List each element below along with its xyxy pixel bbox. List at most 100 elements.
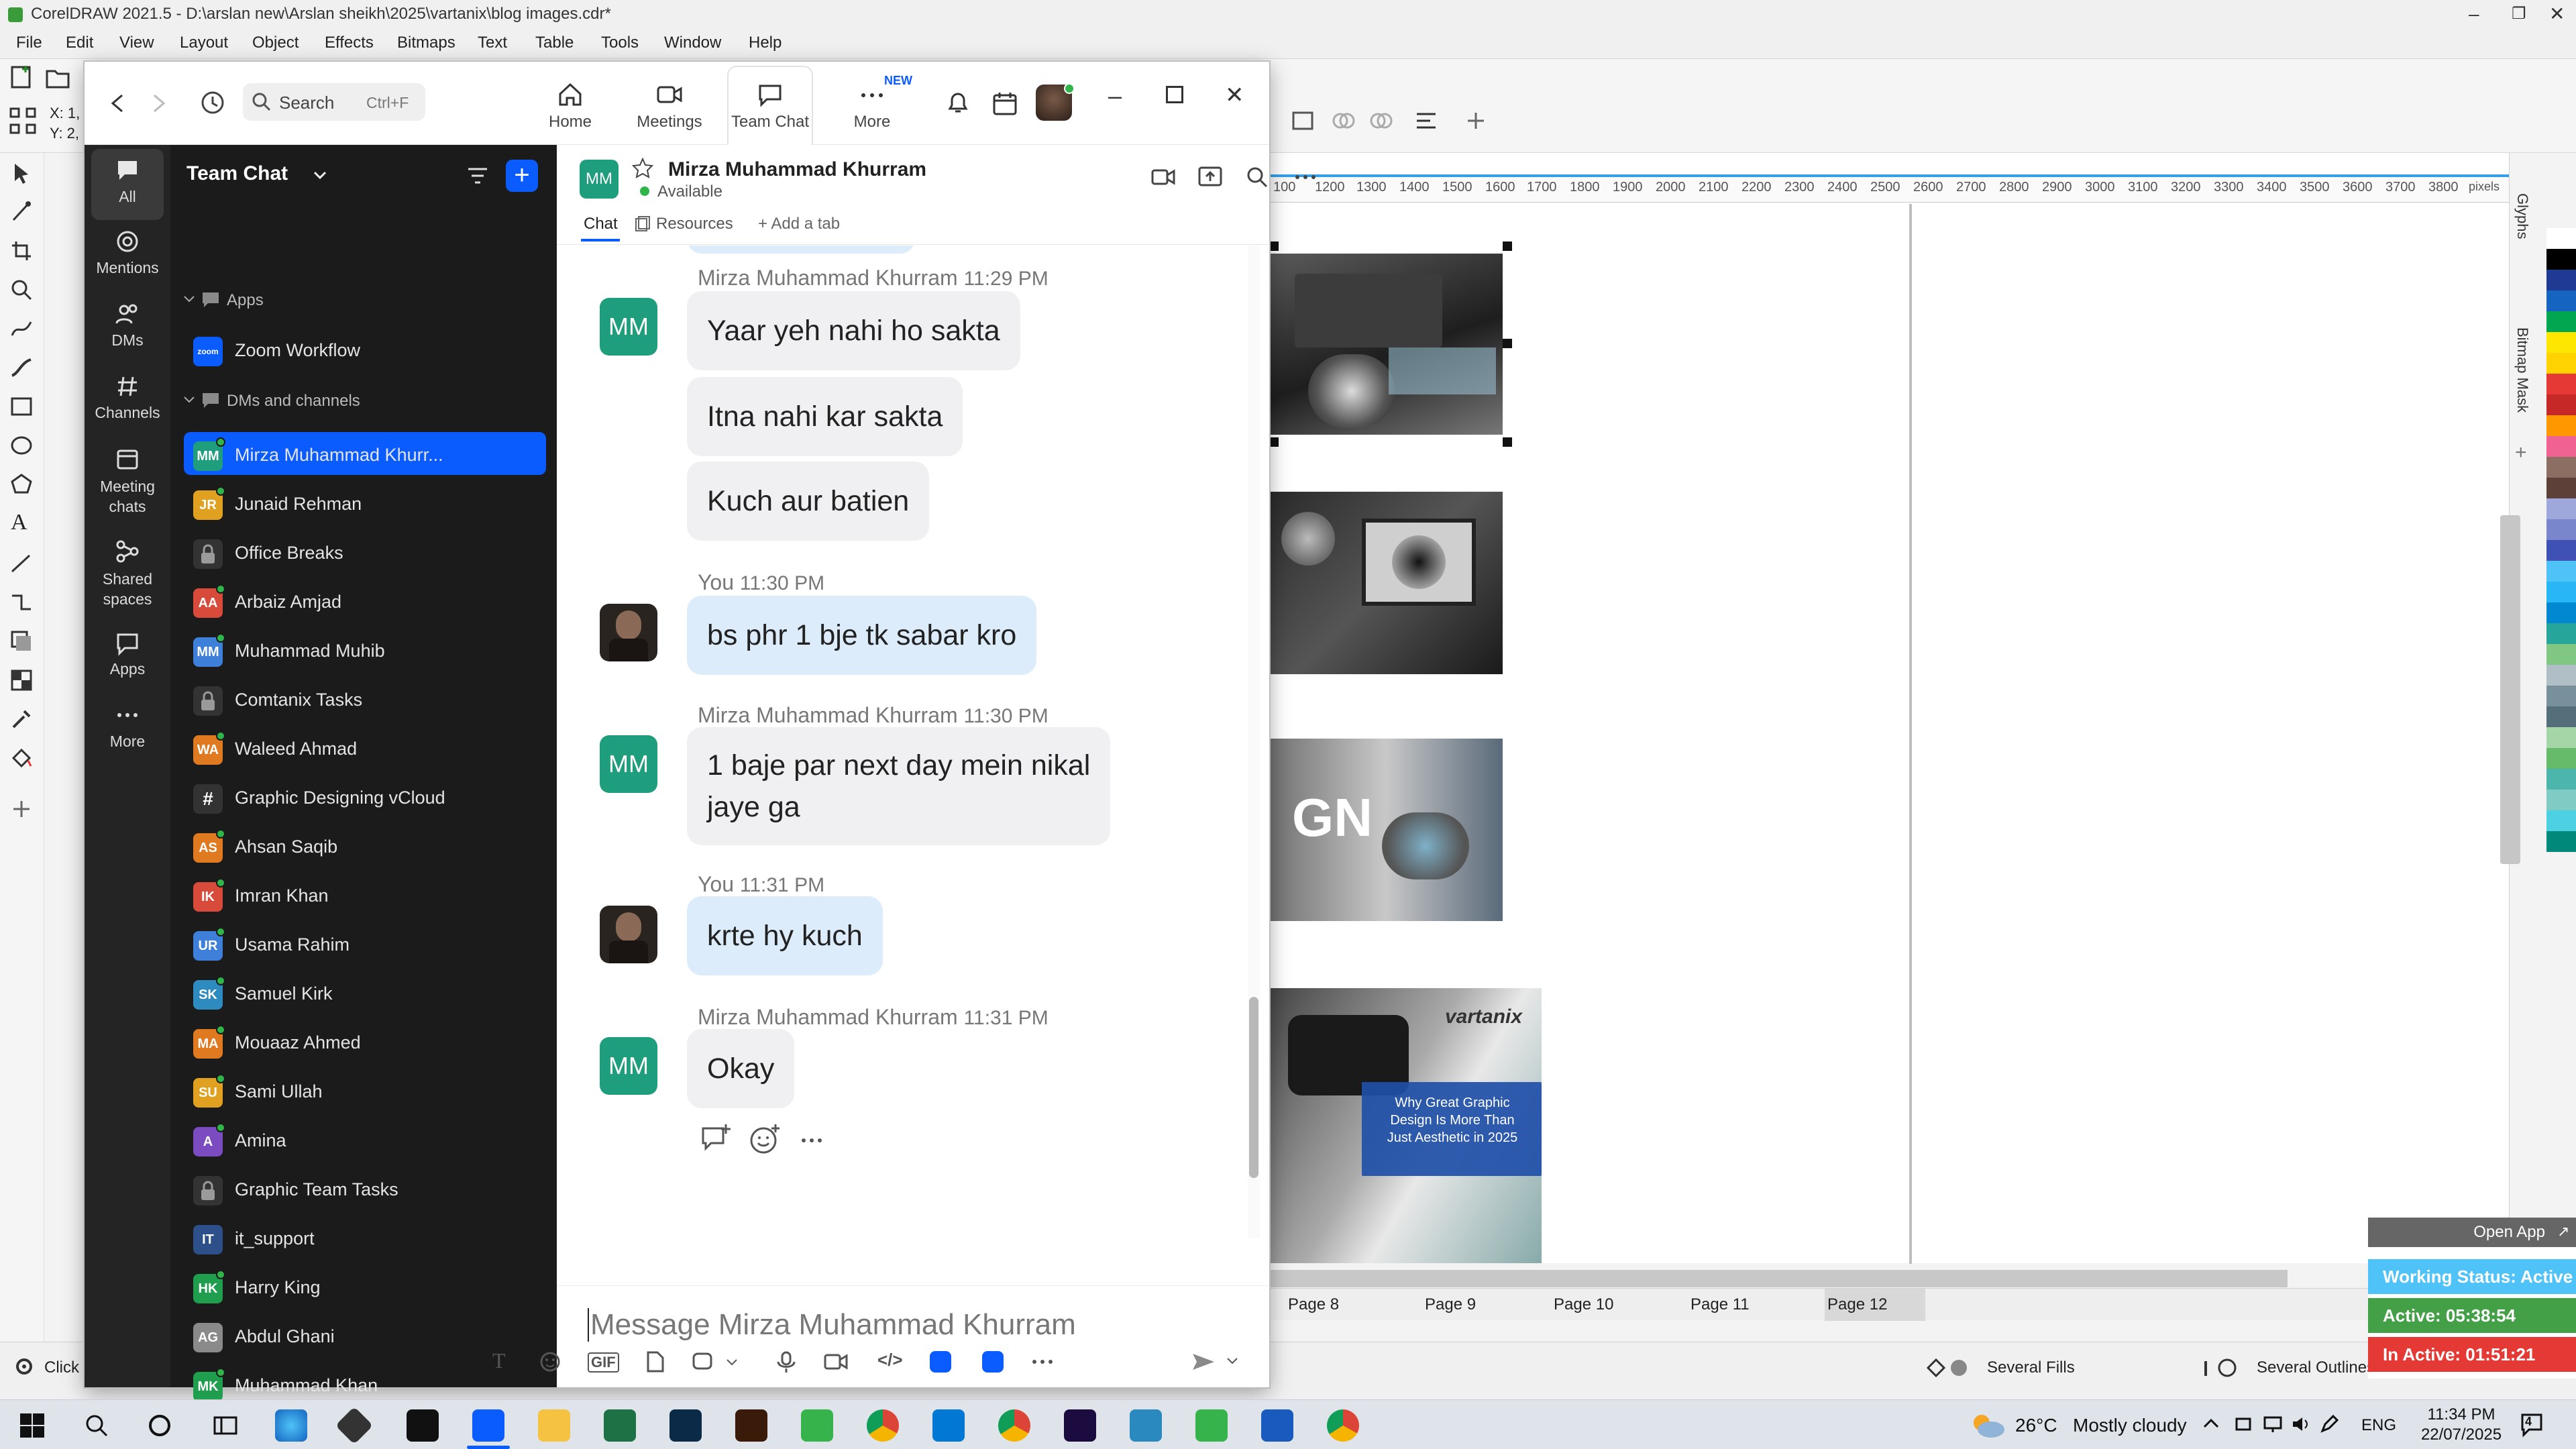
rail-dms[interactable]: DMs — [85, 301, 170, 350]
coreldraw-taskbar-icon[interactable] — [801, 1409, 833, 1442]
message-bubble[interactable]: bs phr 1 bje tk sabar kro — [687, 596, 1037, 675]
chat-scrollbar-thumb[interactable] — [1249, 997, 1258, 1178]
nav-home[interactable]: Home — [530, 71, 610, 141]
contact-name[interactable]: Mirza Muhammad Khurram — [668, 158, 926, 181]
nav-team-chat[interactable]: Team Chat — [727, 66, 813, 145]
connector-tool-icon[interactable] — [9, 590, 34, 614]
volume-icon[interactable] — [2290, 1413, 2312, 1435]
rail-all[interactable]: All — [85, 157, 170, 206]
input-language[interactable]: ENG — [2361, 1416, 2396, 1435]
sidebar-item[interactable]: IK Imran Khan — [184, 873, 546, 916]
open-app-button[interactable]: Open App — [2368, 1218, 2576, 1247]
add-icon[interactable] — [1461, 106, 1491, 136]
weather-desc[interactable]: Mostly cloudy — [2073, 1415, 2187, 1436]
terminal-icon[interactable] — [407, 1409, 439, 1442]
sender-avatar[interactable]: MM — [600, 735, 657, 793]
page-tab-8[interactable]: Page 8 — [1288, 1295, 1339, 1314]
palette-swatch[interactable] — [2546, 228, 2576, 249]
illustrator-icon[interactable] — [735, 1409, 767, 1442]
notification-bell-icon[interactable] — [943, 89, 973, 118]
sender-avatar[interactable]: MM — [600, 298, 657, 356]
filter-icon[interactable] — [466, 164, 490, 188]
artistic-media-icon[interactable] — [9, 356, 34, 380]
reply-thread-icon[interactable] — [699, 1122, 734, 1157]
send-icon[interactable] — [1190, 1350, 1217, 1374]
share-screen-icon[interactable] — [1197, 164, 1224, 191]
menu-tools[interactable]: Tools — [601, 34, 639, 52]
coreldraw-alt-icon[interactable] — [1195, 1409, 1228, 1442]
polygon-tool-icon[interactable] — [9, 472, 34, 496]
app-shortcut-icon[interactable] — [982, 1351, 1004, 1373]
palette-swatch[interactable] — [2546, 478, 2576, 498]
palette-swatch[interactable] — [2546, 644, 2576, 665]
horizontal-scrollbar[interactable] — [1268, 1270, 2288, 1287]
settings-icon[interactable] — [12, 1354, 36, 1379]
canvas-image-vr[interactable]: vartanix Why Great Graphic Design Is Mor… — [1268, 988, 1542, 1263]
pick-tools-icon[interactable] — [7, 105, 42, 140]
more-tools-icon[interactable] — [1029, 1350, 1056, 1374]
premiere-icon[interactable] — [1064, 1409, 1096, 1442]
sidebar-item[interactable]: MA Mouaaz Ahmed — [184, 1020, 546, 1063]
menu-layout[interactable]: Layout — [180, 34, 228, 52]
video-message-icon[interactable] — [822, 1350, 849, 1374]
calendar-icon[interactable] — [990, 89, 1020, 118]
rail-mentions[interactable]: Mentions — [85, 228, 170, 277]
palette-swatch[interactable] — [2546, 686, 2576, 706]
maximize-icon[interactable] — [1166, 86, 1183, 103]
menu-file[interactable]: File — [16, 34, 42, 52]
palette-swatch[interactable] — [2546, 519, 2576, 540]
minimize-icon[interactable]: – — [1108, 82, 1122, 110]
nav-meetings[interactable]: Meetings — [629, 71, 710, 141]
palette-swatch[interactable] — [2546, 436, 2576, 457]
palette-swatch[interactable] — [2546, 249, 2576, 270]
palette-swatch[interactable] — [2546, 332, 2576, 353]
cortana-icon[interactable] — [146, 1412, 173, 1439]
selection-handle[interactable] — [1503, 437, 1512, 447]
palette-swatch[interactable] — [2546, 270, 2576, 290]
star-icon[interactable] — [632, 157, 653, 178]
ellipse-tool-icon[interactable] — [9, 433, 34, 458]
page-tab-12[interactable]: Page 12 — [1827, 1295, 1887, 1314]
page-tab-10[interactable]: Page 10 — [1554, 1295, 1613, 1314]
palette-swatch[interactable] — [2546, 498, 2576, 519]
app-icon[interactable] — [1130, 1409, 1162, 1442]
emoji-icon[interactable] — [538, 1350, 562, 1374]
freehand-tool-icon[interactable] — [9, 317, 34, 341]
chrome-profile-icon[interactable] — [998, 1409, 1030, 1442]
message-bubble[interactable]: Okay — [687, 1029, 795, 1108]
vertical-scrollbar[interactable] — [2500, 515, 2520, 864]
menu-window[interactable]: Window — [664, 34, 721, 52]
parallel-dimension-icon[interactable] — [9, 551, 34, 576]
add-reaction-icon[interactable] — [747, 1122, 782, 1157]
canvas-image-desk[interactable] — [1268, 254, 1503, 435]
chevron-down-icon[interactable] — [311, 166, 329, 184]
palette-swatch[interactable] — [2546, 540, 2576, 561]
sidebar-item[interactable]: MM Mirza Muhammad Khurr... — [184, 432, 546, 475]
search-box[interactable]: Search Ctrl+F — [243, 83, 425, 121]
palette-swatch[interactable] — [2546, 727, 2576, 748]
crop-tool-icon[interactable] — [9, 239, 34, 263]
align-distribute-icon[interactable] — [1411, 106, 1441, 136]
palette-swatch[interactable] — [2546, 290, 2576, 311]
rail-meeting-chats[interactable]: Meeting chats — [85, 445, 170, 517]
section-apps[interactable]: Apps — [227, 291, 264, 310]
maximize-icon[interactable]: ❐ — [2512, 0, 2526, 28]
sidebar-item[interactable]: SK Samuel Kirk — [184, 971, 546, 1014]
tab-resources[interactable]: Resources — [656, 215, 733, 233]
clock-date[interactable]: 22/07/2025 — [2418, 1426, 2505, 1444]
contact-avatar[interactable]: MM — [580, 160, 619, 199]
vscode-icon[interactable] — [932, 1409, 965, 1442]
search-icon[interactable] — [1244, 164, 1271, 191]
canvas-image-monitor[interactable] — [1268, 492, 1503, 674]
palette-swatch[interactable] — [2546, 457, 2576, 478]
sidebar-item[interactable]: Comtanix Tasks — [184, 677, 546, 720]
message-bubble[interactable]: 1 baje par next day mein nikal jaye ga — [687, 727, 1111, 845]
history-icon[interactable] — [197, 87, 228, 118]
menu-bitmaps[interactable]: Bitmaps — [397, 34, 455, 52]
zoom-taskbar-icon[interactable] — [472, 1409, 504, 1442]
palette-swatch[interactable] — [2546, 582, 2576, 602]
palette-swatch[interactable] — [2546, 353, 2576, 374]
menu-help[interactable]: Help — [749, 34, 782, 52]
palette-swatch[interactable] — [2546, 665, 2576, 686]
palette-swatch[interactable] — [2546, 831, 2576, 852]
